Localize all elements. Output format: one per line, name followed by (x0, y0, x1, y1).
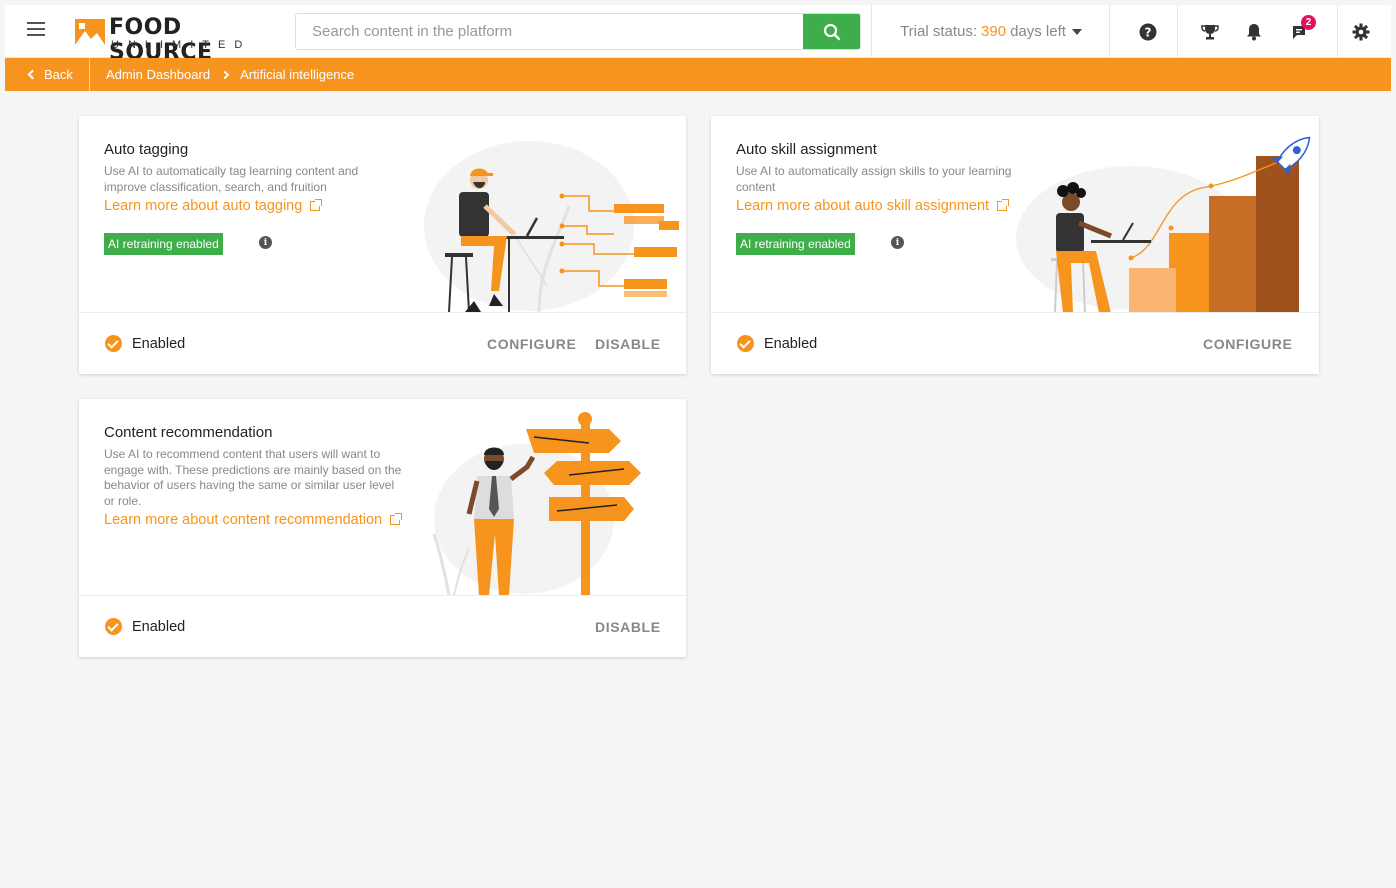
check-circle-icon (105, 618, 122, 635)
card-description-line: behavior of users having the same or sim… (104, 478, 395, 492)
top-header: FOOD SOURCE UNLIMITED Trial status: 390 … (5, 5, 1391, 65)
divider (1177, 5, 1178, 58)
status-enabled: Enabled (105, 335, 185, 352)
breadcrumb: Admin Dashboard Artificial intelligence (106, 58, 354, 91)
check-circle-icon (105, 335, 122, 352)
trial-suffix: days left (1010, 23, 1066, 40)
chevron-left-icon (27, 69, 38, 80)
svg-text:?: ? (1145, 25, 1152, 39)
status-label: Enabled (132, 335, 186, 352)
learn-more-label: Learn more about content recommendation (104, 512, 383, 528)
auto-skill-illustration (1016, 136, 1311, 313)
messages-button[interactable]: 2 (1274, 5, 1326, 58)
learn-more-label: Learn more about auto tagging (104, 198, 303, 214)
card-auto-skill-assignment: Auto skill assignment Use AI to automati… (711, 116, 1319, 374)
status-enabled: Enabled (737, 335, 817, 352)
learn-more-label: Learn more about auto skill assignment (736, 198, 990, 214)
status-label: Enabled (764, 335, 818, 352)
help-button[interactable]: ? (1122, 5, 1174, 58)
card-title: Content recommendation (104, 424, 273, 441)
gear-icon (1352, 23, 1370, 40)
configure-button[interactable]: CONFIGURE (1203, 336, 1292, 352)
card-description: Use AI to automatically assign skills to… (736, 164, 1011, 195)
messages-badge: 2 (1301, 15, 1316, 30)
trial-days: 390 (981, 23, 1007, 40)
settings-button[interactable] (1335, 5, 1387, 58)
card-description-line: Use AI to automatically tag learning con… (104, 164, 359, 178)
ai-retraining-badge: AI retraining enabled (104, 233, 223, 255)
external-link-icon (390, 513, 403, 525)
back-button[interactable]: Back (5, 58, 90, 91)
card-description-line: engage with. These predictions are mainl… (104, 462, 402, 477)
help-icon: ? (1139, 23, 1157, 40)
ai-retraining-badge: AI retraining enabled (736, 233, 855, 255)
breadcrumb-artificial-intelligence[interactable]: Artificial intelligence (240, 67, 354, 82)
disable-button[interactable]: DISABLE (595, 619, 661, 635)
configure-button[interactable]: CONFIGURE (487, 336, 576, 352)
external-link-icon (310, 199, 323, 211)
info-icon[interactable]: i (259, 236, 272, 249)
notifications-button[interactable] (1228, 5, 1280, 58)
card-description-line: Use AI to recommend content that users w… (104, 447, 381, 461)
divider (871, 5, 872, 58)
card-title: Auto skill assignment (736, 141, 877, 158)
logo-text-sub: UNLIMITED (111, 39, 252, 51)
card-content-recommendation: Content recommendation Use AI to recomme… (79, 399, 686, 657)
card-description: Use AI to recommend content that users w… (104, 447, 401, 509)
logo-mark-icon (75, 19, 105, 45)
status-label: Enabled (132, 618, 186, 635)
card-description-line: or role. (104, 493, 142, 508)
card-description-line: Use AI to automatically assign skills to… (736, 164, 1012, 178)
disable-button[interactable]: DISABLE (595, 336, 661, 352)
auto-tagging-illustration (424, 141, 679, 313)
status-enabled: Enabled (105, 618, 185, 635)
search-button[interactable] (803, 14, 860, 49)
content-recommendation-illustration (432, 412, 641, 596)
trophy-icon (1201, 24, 1219, 39)
trial-prefix: Trial status: (900, 23, 978, 40)
card-title: Auto tagging (104, 141, 189, 158)
back-label: Back (44, 67, 73, 82)
trial-status-dropdown[interactable]: Trial status: 390 days left (873, 5, 1109, 58)
search-icon (823, 23, 840, 40)
chevron-right-icon (220, 70, 230, 79)
learn-more-link[interactable]: Learn more about auto skill assignment (736, 198, 1010, 214)
hamburger-menu-icon[interactable] (27, 22, 49, 40)
bell-icon (1247, 23, 1261, 40)
caret-down-icon (1071, 28, 1082, 35)
card-description: Use AI to automatically tag learning con… (104, 164, 358, 195)
search-bar (295, 13, 861, 50)
info-icon[interactable]: i (891, 236, 904, 249)
card-description-line: improve classification, search, and frui… (104, 179, 327, 194)
search-input[interactable] (296, 14, 804, 49)
learn-more-link[interactable]: Learn more about content recommendation (104, 512, 403, 528)
breadcrumb-admin-dashboard[interactable]: Admin Dashboard (106, 67, 210, 82)
breadcrumb-bar: Back Admin Dashboard Artificial intellig… (5, 58, 1391, 91)
learn-more-link[interactable]: Learn more about auto tagging (104, 198, 323, 214)
card-description-line: content (736, 179, 776, 194)
card-auto-tagging: Auto tagging Use AI to automatically tag… (79, 116, 686, 374)
check-circle-icon (737, 335, 754, 352)
external-link-icon (997, 199, 1010, 211)
brand-logo[interactable]: FOOD SOURCE UNLIMITED (75, 13, 275, 65)
divider (1109, 5, 1110, 58)
